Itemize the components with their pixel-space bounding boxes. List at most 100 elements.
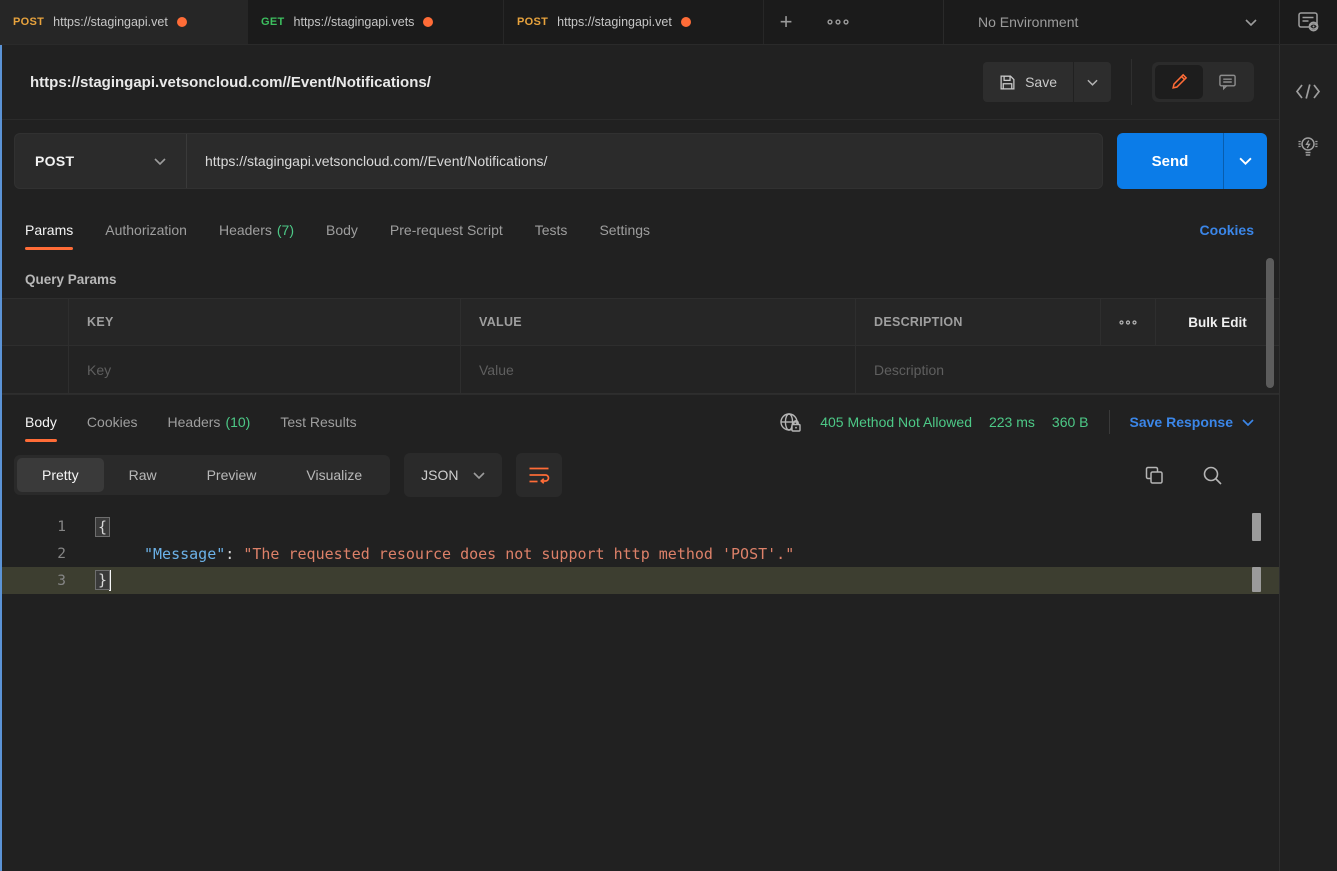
tab-label: Headers — [219, 222, 272, 238]
save-icon — [999, 74, 1016, 91]
response-toolbar: Pretty Raw Preview Visualize JSON — [0, 449, 1279, 501]
response-size[interactable]: 360 B — [1052, 414, 1089, 430]
tab-method-label: POST — [13, 16, 44, 28]
edit-mode-button[interactable] — [1155, 65, 1203, 99]
environment-quick-look-button[interactable] — [1280, 0, 1337, 44]
response-tab-test-results[interactable]: Test Results — [280, 395, 356, 449]
value-cell — [460, 346, 855, 393]
response-tab-body[interactable]: Body — [25, 395, 57, 449]
wrap-lines-button[interactable] — [516, 453, 562, 497]
send-label-area[interactable]: Send — [1117, 133, 1223, 189]
line-number: 3 — [0, 573, 66, 589]
more-actions-icon — [827, 19, 849, 25]
key-column-header: KEY — [68, 299, 460, 345]
tab-tests[interactable]: Tests — [535, 202, 568, 257]
request-tab-2[interactable]: GET https://stagingapi.vets — [248, 0, 504, 44]
request-tab-1[interactable]: POST https://stagingapi.vet — [0, 0, 248, 44]
workspace-body: https://stagingapi.vetsoncloud.com//Even… — [0, 45, 1337, 871]
code-line: 1 { — [0, 513, 1279, 540]
tab-method-label: POST — [517, 16, 548, 28]
search-button[interactable] — [1202, 465, 1223, 486]
comments-button[interactable] — [1203, 65, 1251, 99]
method-label: POST — [35, 153, 74, 169]
divider — [1109, 410, 1110, 434]
text-cursor — [109, 570, 111, 591]
tab-label: Tests — [535, 222, 568, 238]
query-params-table: KEY VALUE DESCRIPTION Bulk Edit — [0, 298, 1279, 394]
tab-title: https://stagingapi.vets — [294, 15, 415, 29]
line-wrap-icon — [528, 466, 550, 485]
json-message-line: "Message": "The requested resource does … — [144, 545, 794, 563]
request-pane: https://stagingapi.vetsoncloud.com//Even… — [0, 45, 1279, 871]
response-time[interactable]: 223 ms — [989, 414, 1035, 430]
save-label: Save — [1025, 74, 1057, 90]
right-sidebar — [1279, 45, 1336, 871]
environment-label: No Environment — [978, 14, 1078, 30]
tab-params[interactable]: Params — [25, 202, 73, 257]
tab-title: https://stagingapi.vet — [53, 15, 168, 29]
bulk-edit-button[interactable]: Bulk Edit — [1155, 299, 1279, 345]
save-options-button[interactable] — [1073, 62, 1111, 102]
edit-comment-toggle — [1152, 62, 1254, 102]
params-options-button[interactable] — [1100, 299, 1155, 345]
unsaved-changes-dot — [177, 17, 187, 27]
request-tabs: Params Authorization Headers (7) Body Pre… — [0, 202, 1279, 257]
chevron-down-icon — [1242, 419, 1254, 426]
tab-body[interactable]: Body — [326, 202, 358, 257]
tab-headers[interactable]: Headers (7) — [219, 202, 294, 257]
send-button[interactable]: Send — [1117, 133, 1267, 189]
code-line-current: 3 } — [0, 567, 1279, 594]
request-tab-3[interactable]: POST https://stagingapi.vet — [504, 0, 764, 44]
lightbulb-icon — [1294, 134, 1322, 160]
code-snippet-button[interactable] — [1295, 83, 1321, 100]
tab-label: Test Results — [280, 414, 356, 430]
copy-icon — [1144, 465, 1164, 485]
headers-count: (7) — [277, 222, 294, 238]
key-input[interactable] — [87, 362, 460, 378]
url-input[interactable] — [187, 134, 1102, 188]
request-tab-bar: POST https://stagingapi.vet GET https://… — [0, 0, 1337, 45]
response-meta: 405 Method Not Allowed 223 ms 360 B Save… — [778, 410, 1254, 434]
editor-scrollbar[interactable] — [1252, 513, 1261, 541]
query-params-header-row: KEY VALUE DESCRIPTION Bulk Edit — [0, 299, 1279, 346]
request-header: https://stagingapi.vetsoncloud.com//Even… — [0, 45, 1279, 120]
unsaved-changes-dot — [681, 17, 691, 27]
view-pretty[interactable]: Pretty — [17, 458, 104, 492]
method-selector[interactable]: POST — [15, 134, 187, 188]
json-string-value: "The requested resource does not support… — [243, 545, 794, 563]
description-input[interactable] — [874, 362, 1279, 378]
save-button[interactable]: Save — [983, 62, 1073, 102]
key-cell — [68, 346, 460, 393]
url-box: POST — [14, 133, 1103, 189]
response-tab-cookies[interactable]: Cookies — [87, 395, 138, 449]
tab-pre-request-script[interactable]: Pre-request Script — [390, 202, 503, 257]
save-response-label: Save Response — [1130, 414, 1234, 430]
line-number: 2 — [0, 546, 66, 562]
tab-settings[interactable]: Settings — [599, 202, 650, 257]
environment-selector[interactable]: No Environment — [944, 0, 1279, 44]
value-input[interactable] — [479, 362, 855, 378]
response-tab-headers[interactable]: Headers(10) — [168, 395, 251, 449]
view-preview[interactable]: Preview — [182, 458, 282, 492]
open-brace: { — [96, 518, 109, 536]
pencil-icon — [1170, 73, 1188, 91]
tab-options-button[interactable] — [808, 0, 868, 44]
format-selector[interactable]: JSON — [404, 453, 501, 497]
tips-button[interactable] — [1294, 134, 1322, 160]
code-line: 2 "Message": "The requested resource doe… — [0, 540, 1279, 567]
query-params-label: Query Params — [0, 257, 1279, 298]
request-header-actions: Save — [983, 59, 1254, 105]
copy-button[interactable] — [1144, 465, 1164, 485]
tab-label: Headers — [168, 414, 221, 430]
close-brace: } — [96, 571, 109, 589]
view-raw[interactable]: Raw — [104, 458, 182, 492]
save-response-button[interactable]: Save Response — [1130, 414, 1255, 430]
tab-authorization[interactable]: Authorization — [105, 202, 187, 257]
send-options-button[interactable] — [1223, 133, 1267, 189]
view-visualize[interactable]: Visualize — [281, 458, 387, 492]
status-badge[interactable]: 405 Method Not Allowed — [820, 414, 972, 430]
cookies-link[interactable]: Cookies — [1200, 222, 1254, 238]
new-tab-button[interactable]: + — [764, 0, 808, 44]
params-scrollbar[interactable] — [1266, 258, 1274, 388]
response-body-editor[interactable]: 1 { 2 "Message": "The requested resource… — [0, 501, 1279, 871]
